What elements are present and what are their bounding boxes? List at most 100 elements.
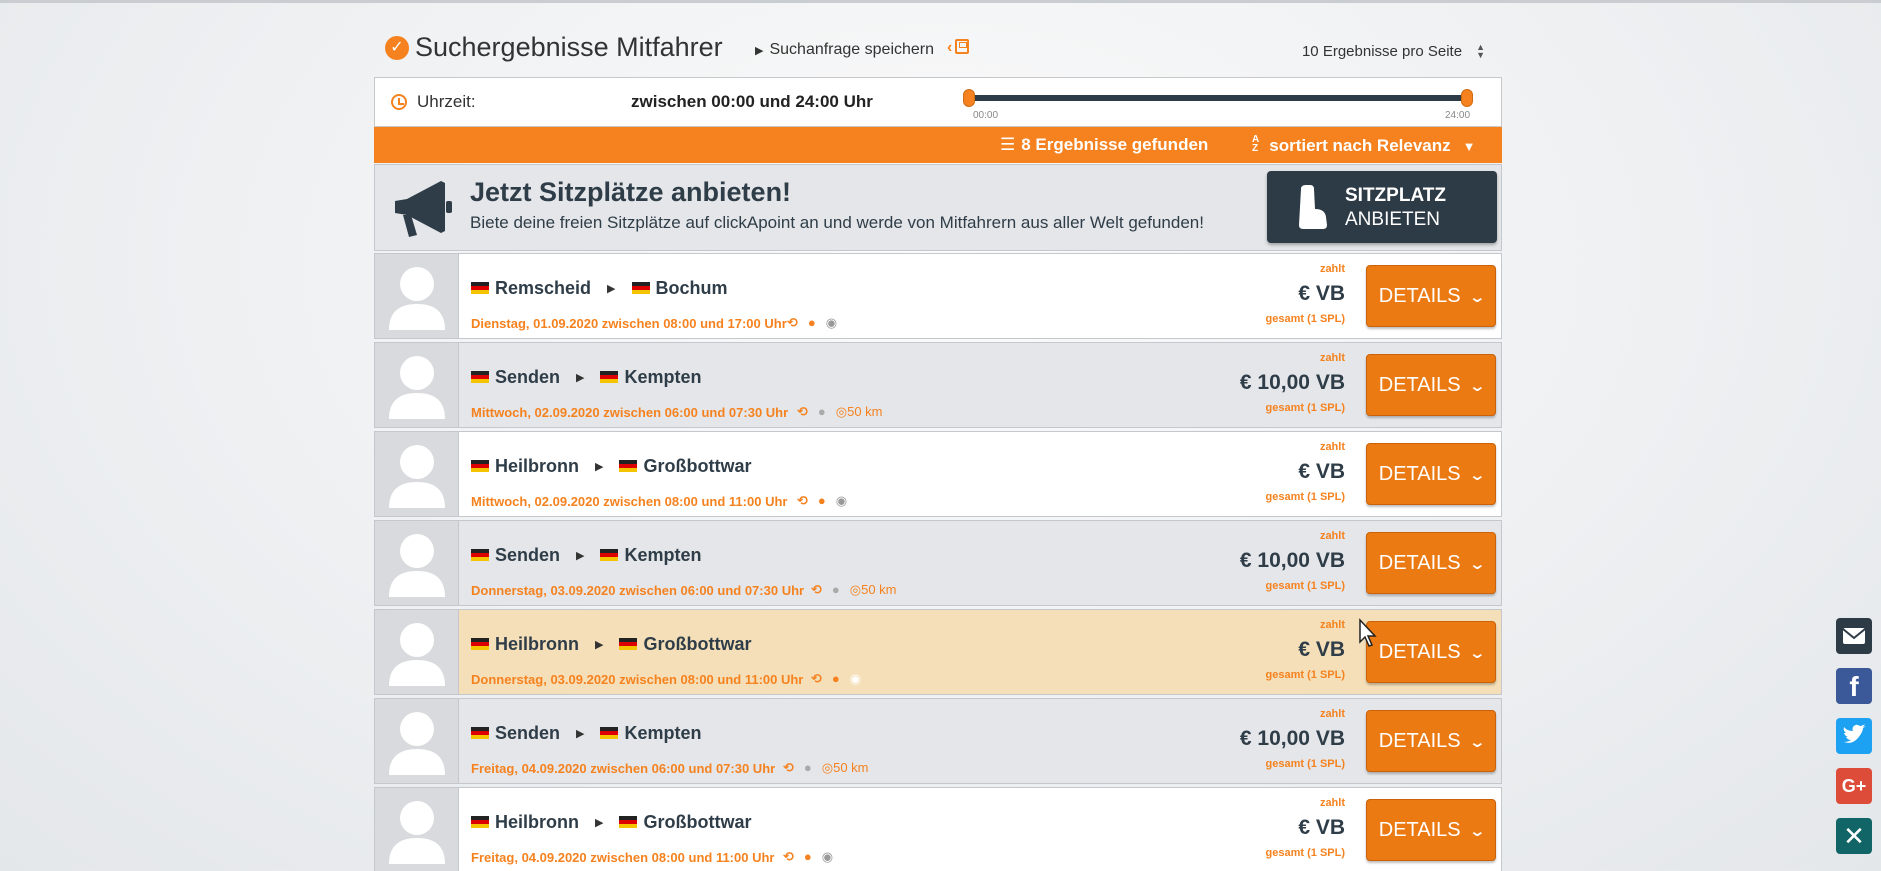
slider-max-label: 24:00	[1445, 110, 1471, 121]
time-slider-handle-max[interactable]	[1461, 89, 1473, 107]
route: Heilbronn ▶ Großbottwar	[471, 456, 751, 477]
pays-label: zahlt	[1319, 530, 1345, 542]
details-button[interactable]: DETAILS ⌄	[1366, 710, 1496, 772]
route: Senden ▶ Kempten	[471, 723, 702, 744]
route: Heilbronn ▶ Großbottwar	[471, 634, 751, 655]
facebook-icon: f	[1849, 671, 1859, 702]
total-label: gesamt (1 SPL)	[1265, 847, 1345, 859]
chevron-down-icon: ⌄	[1468, 734, 1486, 751]
details-label: DETAILS	[1378, 641, 1461, 663]
avatar	[375, 788, 459, 871]
ride-price: € VB	[1298, 638, 1345, 661]
save-disk-icon[interactable]: ‹	[947, 39, 970, 57]
offer-button-line2: ANBIETEN	[1345, 209, 1441, 230]
route-to: Großbottwar	[643, 812, 752, 832]
twitter-share-button[interactable]	[1836, 718, 1872, 754]
ride-date: Donnerstag, 03.09.2020 zwischen 06:00 un…	[471, 583, 805, 598]
germany-flag-icon	[471, 282, 489, 294]
user-placeholder-icon	[389, 445, 445, 508]
details-button[interactable]: DETAILS ⌄	[1366, 354, 1496, 416]
ride-row[interactable]: Heilbronn ▶ Großbottwar Freitag, 04.09.202…	[374, 787, 1502, 871]
chat-icon[interactable]: ●	[832, 582, 840, 597]
germany-flag-icon	[600, 371, 619, 383]
pays-label: zahlt	[1319, 708, 1345, 720]
ride-date: Mittwoch, 02.09.2020 zwischen 06:00 und …	[471, 405, 789, 420]
avatar	[375, 699, 459, 783]
recurring-icon: ⟲	[811, 582, 822, 597]
user-placeholder-icon	[389, 356, 445, 419]
user-placeholder-icon	[389, 267, 445, 330]
pays-label: zahlt	[1319, 619, 1345, 631]
recurring-icon: ⟲	[811, 671, 822, 686]
germany-flag-icon	[600, 549, 619, 561]
details-button[interactable]: DETAILS ⌄	[1366, 532, 1496, 594]
per-page-select[interactable]: 10 Ergebnisse pro Seite ▲ ▼	[1302, 43, 1485, 61]
save-search-link[interactable]: ▶ Suchanfrage speichern	[755, 41, 934, 59]
arrow-right-icon: ▶	[607, 283, 616, 295]
mail-share-button[interactable]	[1836, 618, 1872, 654]
route-from: Remscheid	[495, 278, 592, 298]
ride-date: Freitag, 04.09.2020 zwischen 08:00 und 1…	[471, 850, 775, 865]
details-button[interactable]: DETAILS ⌄	[1366, 265, 1496, 327]
route-from: Heilbronn	[495, 812, 579, 832]
ride-price: € 10,00 VB	[1239, 727, 1345, 750]
google-plus-icon: G+	[1841, 776, 1867, 796]
ride-date: Donnerstag, 03.09.2020 zwischen 08:00 un…	[471, 672, 804, 687]
avatar	[375, 610, 459, 694]
details-button[interactable]: DETAILS ⌄	[1366, 799, 1496, 861]
arrow-right-icon: ▶	[576, 372, 585, 384]
target-icon: ◉	[835, 493, 848, 508]
distance-km-label: 50 km	[847, 404, 883, 419]
facebook-share-button[interactable]: f	[1836, 668, 1872, 704]
ride-row[interactable]: Heilbronn ▶ Großbottwar Mittwoch, 02.09.20…	[374, 431, 1502, 517]
ride-row[interactable]: Remscheid ▶ Bochum Dienstag, 01.09.2020 zw…	[374, 253, 1502, 339]
time-slider-track[interactable]	[967, 95, 1467, 101]
offer-button-line1: SITZPLATZ	[1345, 185, 1446, 206]
caret-down-icon: ▼	[1462, 139, 1476, 154]
ride-date: Dienstag, 01.09.2020 zwischen 08:00 und …	[471, 316, 787, 331]
details-button[interactable]: DETAILS ⌄	[1366, 443, 1496, 505]
chat-icon[interactable]: ●	[818, 404, 826, 419]
total-label: gesamt (1 SPL)	[1265, 491, 1345, 503]
germany-flag-icon	[471, 371, 489, 383]
ride-row[interactable]: Senden ▶ Kempten Donnerstag, 03.09.2020 zw…	[374, 520, 1502, 606]
ride-icons: ⟲ ● ◉	[811, 671, 871, 687]
ride-row[interactable]: Senden ▶ Kempten Mittwoch, 02.09.2020 zwis…	[374, 342, 1502, 428]
time-slider-handle-min[interactable]	[963, 89, 975, 107]
pays-label: zahlt	[1319, 441, 1345, 453]
chat-icon[interactable]: ●	[804, 849, 812, 864]
germany-flag-icon	[471, 549, 489, 561]
chevron-down-icon: ⌄	[1468, 556, 1486, 573]
details-button[interactable]: DETAILS ⌄	[1366, 621, 1496, 683]
route-to: Bochum	[655, 278, 728, 298]
germany-flag-icon	[619, 460, 638, 472]
ride-price: € 10,00 VB	[1239, 371, 1345, 394]
chat-icon[interactable]: ●	[818, 493, 826, 508]
distance-km-label: 50 km	[833, 760, 869, 775]
results-count: ☰ 8 Ergebnisse gefunden	[1000, 135, 1208, 155]
ride-price: € VB	[1298, 282, 1345, 305]
total-label: gesamt (1 SPL)	[1265, 758, 1345, 770]
offer-seat-button[interactable]: SITZPLATZ ANBIETEN	[1267, 171, 1497, 243]
ride-row[interactable]: Senden ▶ Kempten Freitag, 04.09.2020 zwisc…	[374, 698, 1502, 784]
xing-share-button[interactable]: ✕	[1836, 818, 1872, 854]
distance-km: ◎50 km	[849, 582, 897, 597]
caret-right-icon: ▶	[755, 45, 764, 57]
ride-icons: ⟲ ● ◎50 km	[783, 760, 889, 776]
chat-icon[interactable]: ●	[808, 315, 816, 330]
germany-flag-icon	[471, 638, 489, 650]
ride-row[interactable]: Heilbronn ▶ Großbottwar Donnerstag, 03.09.…	[374, 609, 1502, 695]
sort-dropdown[interactable]: A Z sortiert nach Relevanz ▼	[1252, 135, 1476, 156]
google-plus-share-button[interactable]: G+	[1836, 768, 1872, 804]
germany-flag-icon	[631, 282, 650, 294]
recurring-icon: ⟲	[787, 315, 798, 330]
chat-icon[interactable]: ●	[804, 760, 812, 775]
user-placeholder-icon	[389, 712, 445, 775]
sort-alpha-icon: AZ	[1252, 134, 1260, 154]
user-placeholder-icon	[389, 623, 445, 686]
arrow-right-icon: ▶	[595, 461, 604, 473]
pays-label: zahlt	[1319, 797, 1345, 809]
chevron-down-icon: ⌄	[1468, 289, 1486, 306]
ride-price: € VB	[1298, 460, 1345, 483]
chat-icon[interactable]: ●	[832, 671, 840, 686]
